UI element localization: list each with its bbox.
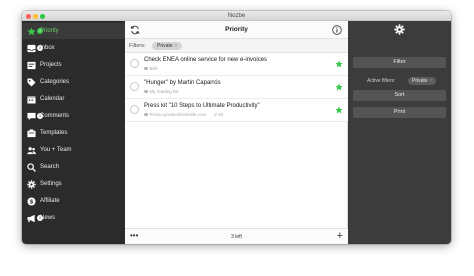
task-complete-checkbox[interactable] (130, 82, 139, 91)
app-window: Nozbe 3 Priority 3 Inbox Projects Catego… (22, 11, 451, 244)
megaphone-icon: 3 (27, 214, 43, 223)
sidebar-item-settings[interactable]: Settings (22, 176, 125, 192)
sidebar-item-label: Inbox (40, 44, 55, 51)
info-icon[interactable] (332, 25, 342, 35)
active-filters-label: Active filters: (367, 78, 396, 84)
sidebar-item-label: Categories (40, 78, 70, 85)
task-row[interactable]: Press kit "10 Steps to Ultimate Producti… (125, 99, 348, 122)
sidebar-item-calendar[interactable]: Calendar (22, 91, 125, 107)
task-list-panel: Priority Filters: Private × Check ENEA on… (125, 21, 348, 244)
inbox-icon: 3 (27, 44, 43, 53)
options-panel: Filter Active filters: Private × Sort Pri… (348, 21, 451, 244)
calendar-icon (27, 95, 36, 104)
page-title: Priority (225, 26, 248, 33)
task-complete-checkbox[interactable] (130, 105, 139, 114)
task-project-name: My reading list (149, 89, 179, 94)
task-list-header: Priority (125, 21, 348, 39)
task-list-footer: ••• 3 left + (125, 228, 348, 244)
gear-icon (27, 179, 36, 189)
task-title: "Hunger" by Martin Caparrós (144, 80, 221, 86)
sidebar-item-label: News (40, 214, 56, 221)
sidebar-item-affiliate[interactable]: $ Affiliate (22, 193, 125, 209)
window-title: Nozbe (227, 12, 246, 19)
project-dot-icon (144, 66, 148, 71)
sidebar-item-label: Priority (40, 27, 59, 34)
tag-icon (27, 77, 36, 87)
print-button[interactable]: Print (353, 107, 446, 118)
task-project: Promo.productiveinside.com 52 (144, 112, 223, 117)
team-icon (27, 146, 36, 155)
sidebar-item-label: Search (40, 163, 60, 170)
sidebar-item-label: Affiliate (40, 197, 60, 204)
priority-star-icon[interactable] (335, 106, 343, 114)
sidebar-item-label: Settings (40, 180, 62, 187)
active-filter-chip-label: Private (412, 77, 428, 84)
project-dot-icon (144, 112, 148, 117)
affiliate-icon: $ (27, 196, 36, 206)
filter-button[interactable]: Filter (353, 57, 446, 68)
filter-chip[interactable]: Private × (152, 41, 183, 50)
star-icon: 3 (27, 26, 43, 36)
sidebar-item-projects[interactable]: Projects (22, 57, 125, 73)
sidebar-item-team[interactable]: You + Team (22, 142, 125, 158)
gear-icon[interactable] (394, 24, 405, 35)
attachment-info: 52 (213, 112, 223, 117)
title-bar: Nozbe (22, 11, 451, 21)
tasks-left-count: 3 left (231, 234, 242, 240)
add-task-button[interactable]: + (337, 231, 343, 242)
active-filters: Active filters: Private × (348, 76, 451, 86)
project-dot-icon (144, 89, 148, 94)
sidebar-item-templates[interactable]: Templates (22, 125, 125, 141)
filter-chip-label: Private (157, 42, 173, 49)
task-project-name: Promo.productiveinside.com (149, 112, 207, 117)
task-row[interactable]: Check ENEA online service for new e-invo… (125, 53, 348, 76)
search-icon (27, 162, 36, 172)
task-title: Check ENEA online service for new e-invo… (144, 57, 268, 63)
templates-icon (27, 128, 36, 138)
sidebar-item-priority[interactable]: 3 Priority (22, 23, 125, 39)
attachment-count: 52 (218, 112, 224, 117)
paperclip-icon (213, 112, 218, 117)
sidebar-item-label: You + Team (40, 146, 72, 153)
sidebar-item-label: Projects (40, 61, 62, 68)
task-title: Press kit "10 Steps to Ultimate Producti… (144, 103, 260, 109)
filter-bar: Filters: Private × (125, 39, 348, 53)
priority-star-icon[interactable] (335, 83, 343, 91)
active-filter-chip[interactable]: Private × (408, 76, 437, 85)
sidebar-item-categories[interactable]: Categories (22, 74, 125, 90)
sidebar-item-inbox[interactable]: 3 Inbox (22, 40, 125, 56)
task-project: My reading list (144, 89, 179, 94)
sidebar-item-news[interactable]: 3 News (22, 210, 125, 226)
projects-icon (27, 61, 36, 70)
remove-filter-icon[interactable]: × (430, 78, 433, 84)
sidebar-item-label: Comments (40, 112, 70, 119)
remove-filter-icon[interactable]: × (175, 43, 178, 49)
task-row[interactable]: "Hunger" by Martin Caparrós My reading l… (125, 76, 348, 99)
sidebar-item-search[interactable]: Search (22, 159, 125, 175)
task-project-name: Bills (149, 66, 158, 71)
sidebar-item-label: Templates (40, 129, 68, 136)
priority-star-icon[interactable] (335, 60, 343, 68)
task-project: Bills (144, 66, 158, 71)
sidebar-item-label: Calendar (40, 95, 65, 102)
sort-button[interactable]: Sort (353, 90, 446, 101)
comment-icon: 3 (27, 112, 43, 121)
filters-label: Filters: (129, 43, 146, 49)
task-complete-checkbox[interactable] (130, 59, 139, 68)
sidebar: 3 Priority 3 Inbox Projects Categories C… (22, 21, 125, 244)
sidebar-item-comments[interactable]: 3 Comments (22, 108, 125, 124)
